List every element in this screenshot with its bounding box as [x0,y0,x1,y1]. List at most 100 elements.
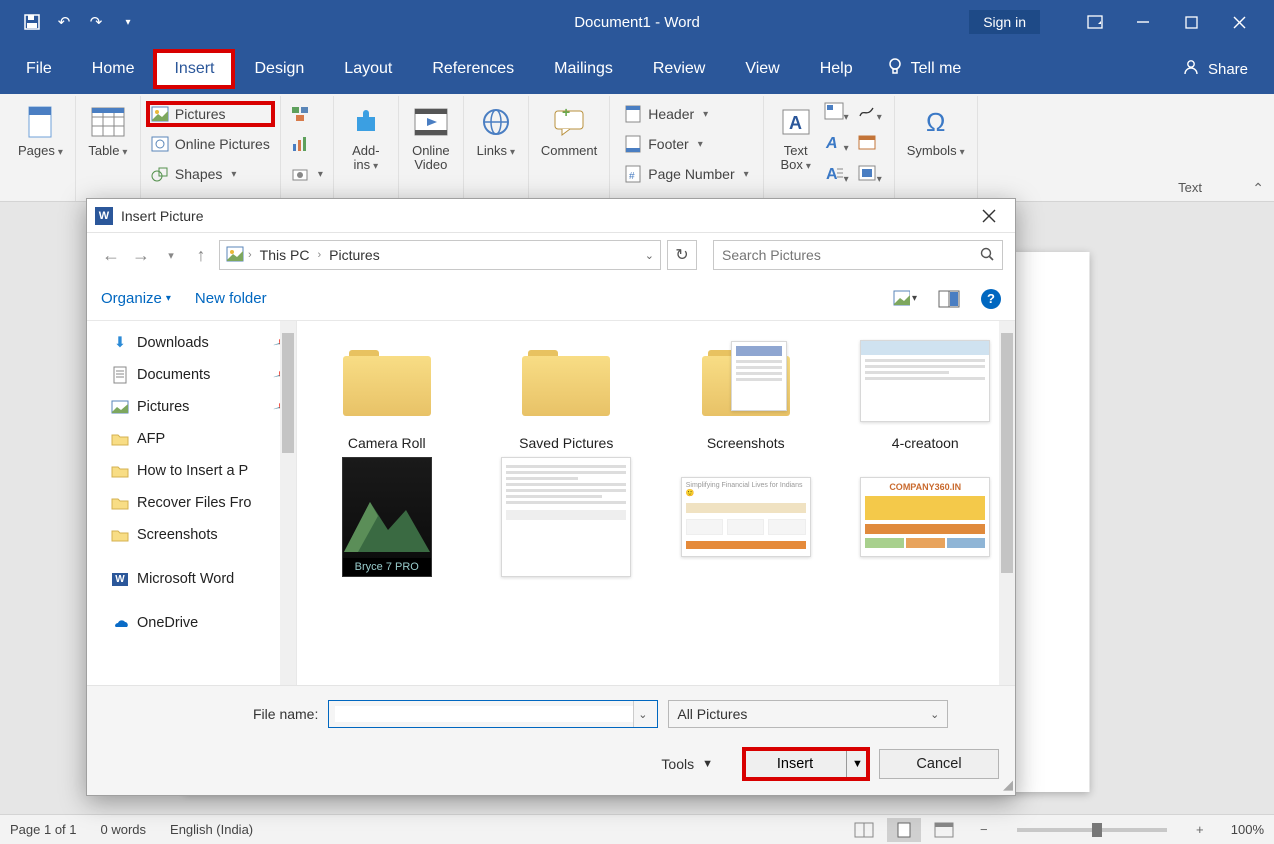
pages-button[interactable]: Pages [18,98,63,158]
tab-design[interactable]: Design [234,50,324,88]
web-layout-icon[interactable] [927,818,961,842]
window-close-button[interactable] [1216,4,1262,40]
window-maximize-button[interactable] [1168,4,1214,40]
path-segment-this-pc[interactable]: This PC [256,245,314,265]
nav-forward-button[interactable]: → [129,243,153,267]
dialog-close-button[interactable] [971,202,1007,230]
qat-customize-icon[interactable]: ▾ [114,8,142,36]
chart-button[interactable] [287,132,327,156]
file-doc3[interactable]: Simplifying Financial Lives for Indians … [662,469,830,565]
page-number-button[interactable]: #Page Number [620,162,752,186]
folder-saved-pictures[interactable]: Saved Pictures [483,333,651,451]
zoom-in-button[interactable]: + [1183,818,1217,842]
file-4-creatoon[interactable]: 4-creatoon [842,333,1010,451]
sign-in-button[interactable]: Sign in [969,10,1040,34]
file-name-dropdown[interactable]: ⌄ [633,701,651,727]
object-icon[interactable]: ▾ [857,164,882,187]
folder-screenshots[interactable]: Screenshots [662,333,830,451]
path-segment-pictures[interactable]: Pictures [325,245,384,265]
resize-grip-icon[interactable]: ◢ [1003,777,1013,793]
tab-home[interactable]: Home [72,50,155,88]
tools-menu[interactable]: Tools▼ [661,756,713,772]
tree-item-msword[interactable]: WMicrosoft Word [93,563,296,595]
nav-history-dropdown[interactable]: ▾ [159,243,183,267]
search-input[interactable] [722,247,980,263]
undo-icon[interactable]: ↶ [50,8,78,36]
help-button[interactable]: ? [981,289,1001,309]
file-company360[interactable]: COMPANY360.IN [842,469,1010,565]
refresh-button[interactable]: ↻ [667,240,697,270]
tree-item-afp[interactable]: AFP [93,423,296,455]
view-menu[interactable]: ▾ [893,289,917,309]
read-mode-icon[interactable] [847,818,881,842]
insert-dropdown[interactable]: ▼ [846,749,868,779]
print-layout-icon[interactable] [887,818,921,842]
tree-item-howto[interactable]: How to Insert a P [93,455,296,487]
tab-help[interactable]: Help [800,50,873,88]
tab-review[interactable]: Review [633,50,725,88]
tree-item-pictures[interactable]: Pictures📌 [93,391,296,423]
tab-layout[interactable]: Layout [324,50,412,88]
page-indicator[interactable]: Page 1 of 1 [10,822,77,837]
wordart-icon[interactable]: A▾ [824,133,849,156]
signature-icon[interactable]: ▾ [857,102,882,125]
date-time-icon[interactable] [857,133,882,156]
zoom-percent[interactable]: 100% [1231,822,1264,837]
organize-menu[interactable]: Organize ▾ [101,290,171,307]
tree-scrollbar[interactable] [280,321,296,685]
tab-references[interactable]: References [412,50,534,88]
collapse-ribbon-icon[interactable]: ⌃ [1252,180,1264,197]
preview-pane-button[interactable] [937,289,961,309]
window-minimize-button[interactable] [1120,4,1166,40]
tree-item-screenshots[interactable]: Screenshots [93,519,296,551]
pictures-button[interactable]: Pictures [147,102,274,126]
file-bryce[interactable]: Bryce 7 PRO [303,469,471,565]
tab-view[interactable]: View [725,50,799,88]
search-box[interactable] [713,240,1003,270]
language-indicator[interactable]: English (India) [170,822,253,837]
address-bar[interactable]: › This PC › Pictures ⌄ [219,240,661,270]
new-folder-button[interactable]: New folder [195,290,267,307]
tree-item-downloads[interactable]: ⬇Downloads📌 [93,327,296,359]
shapes-button[interactable]: Shapes [147,162,274,186]
comment-button[interactable]: + Comment [541,98,597,158]
file-name-input[interactable] [335,706,633,722]
file-scrollbar[interactable] [999,321,1015,685]
tell-me-button[interactable]: Tell me [873,57,976,82]
drop-cap-icon[interactable]: A▾ [824,164,849,187]
zoom-out-button[interactable]: − [967,818,1001,842]
address-dropdown-icon[interactable]: ⌄ [645,249,654,262]
table-button[interactable]: Table [88,98,128,158]
addins-button[interactable]: Add- ins [346,98,386,173]
links-button[interactable]: Links [476,98,516,158]
footer-button[interactable]: Footer [620,132,752,156]
insert-button[interactable]: Insert ▼ [743,748,869,780]
file-doc2[interactable] [483,469,651,565]
redo-icon[interactable]: ↷ [82,8,110,36]
nav-up-button[interactable]: ↑ [189,243,213,267]
cancel-button[interactable]: Cancel [879,749,999,779]
zoom-slider[interactable] [1017,828,1167,832]
tree-item-recover[interactable]: Recover Files Fro [93,487,296,519]
header-button[interactable]: Header [620,102,752,126]
smartart-button[interactable] [287,102,327,126]
online-video-button[interactable]: Online Video [411,98,451,173]
word-count[interactable]: 0 words [101,822,147,837]
save-icon[interactable] [18,8,46,36]
online-pictures-button[interactable]: Online Pictures [147,132,274,156]
tab-insert[interactable]: Insert [154,50,234,88]
quick-parts-icon[interactable]: ▾ [824,102,849,125]
ribbon-display-options-icon[interactable] [1072,4,1118,40]
tree-item-onedrive[interactable]: OneDrive [93,607,296,639]
symbols-button[interactable]: Ω Symbols [907,98,965,158]
tree-item-documents[interactable]: Documents📌 [93,359,296,391]
screenshot-button[interactable] [287,162,327,186]
file-type-filter[interactable]: All Pictures ⌄ [668,700,948,728]
text-box-button[interactable]: A Text Box [776,98,816,173]
file-name-combo[interactable]: ⌄ [328,700,658,728]
nav-back-button[interactable]: ← [99,243,123,267]
share-button[interactable]: Share [1162,52,1268,86]
folder-camera-roll[interactable]: Camera Roll [303,333,471,451]
tab-mailings[interactable]: Mailings [534,50,633,88]
tab-file[interactable]: File [6,50,72,88]
